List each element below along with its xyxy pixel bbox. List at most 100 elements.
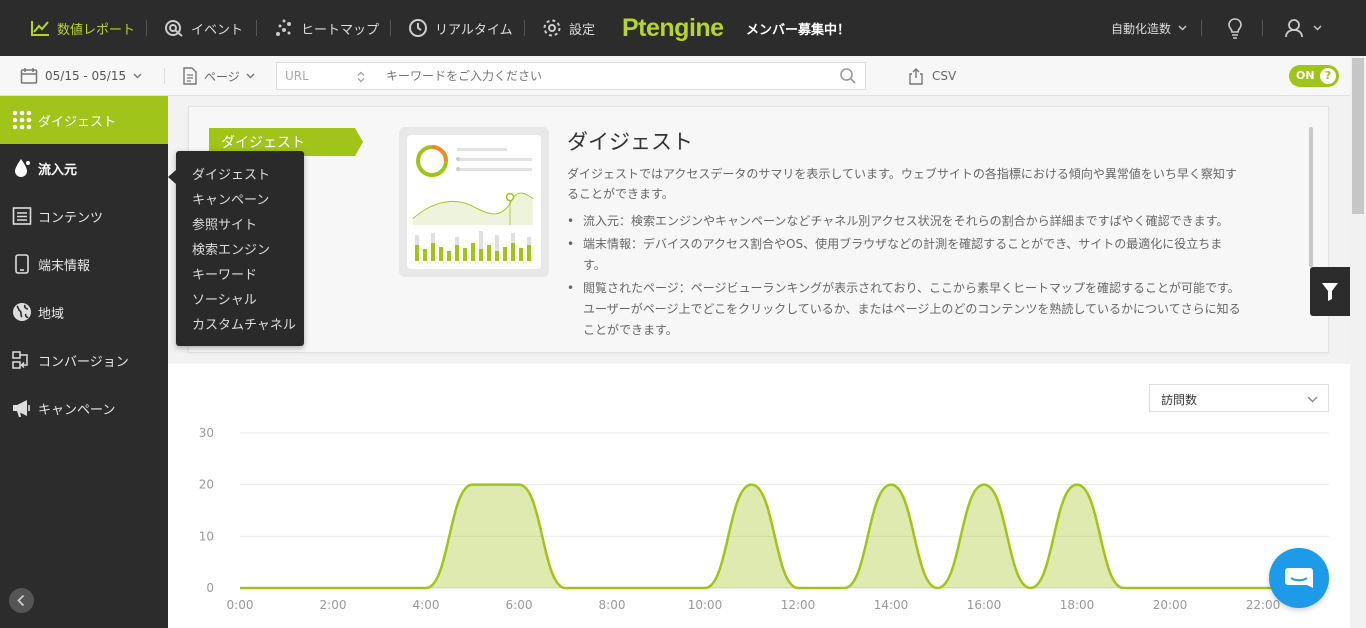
nav-realtime-label: リアルタイム (435, 22, 513, 38)
lightbulb-icon (1228, 18, 1242, 39)
nav-event[interactable]: イベント (164, 0, 243, 56)
intro-scrollbar[interactable] (1309, 127, 1313, 267)
user-menu[interactable] (1284, 0, 1322, 56)
tips-button[interactable] (1226, 0, 1244, 56)
bullet-line: 閲覧されたページ：ページビューランキングが表示されており、ここから素早くヒートマ… (583, 281, 1240, 295)
calendar-icon (20, 68, 38, 84)
sidebar-item-conversion[interactable]: コンバージョン (0, 336, 168, 384)
nav-separator (1262, 20, 1263, 36)
event-target-icon (165, 20, 183, 37)
submenu-item-referral[interactable]: 参照サイト (192, 214, 257, 233)
csv-export-button[interactable]: CSV (908, 56, 956, 96)
submenu-item-custom-channel[interactable]: カスタムチャネル (192, 314, 296, 333)
help-icon[interactable]: ? (1320, 68, 1336, 84)
grid-icon (12, 110, 32, 130)
dashboard-illustration (407, 135, 541, 269)
main-content: ダイジェスト ダイジェスト ダイジェストではアクセスデータのサマリを表示していま… (168, 96, 1350, 628)
sidebar-item-label: コンテンツ (38, 210, 104, 226)
ptengine-logo[interactable]: Ptengine (622, 0, 724, 56)
automation-label: 自動化造数 (1111, 21, 1172, 36)
chat-icon (1285, 568, 1313, 588)
chevron-down-icon (1313, 25, 1322, 31)
nav-separator (390, 20, 391, 36)
sidebar-item-device[interactable]: 端末情報 (0, 240, 168, 288)
sidebar-item-region[interactable]: 地域 (0, 288, 168, 336)
bullet-dot: • (567, 281, 575, 295)
chat-widget-button[interactable] (1269, 548, 1329, 608)
user-icon (1285, 19, 1303, 38)
sidebar-item-content[interactable]: コンテンツ (0, 192, 168, 240)
chevron-down-icon (246, 73, 255, 79)
x-tick-label: 8:00 (599, 598, 626, 612)
x-tick-label: 14:00 (874, 598, 909, 612)
filter-funnel-icon (1322, 283, 1338, 301)
x-tick-label: 18:00 (1060, 598, 1095, 612)
collapse-sidebar-button[interactable] (9, 588, 34, 613)
megaphone-icon (13, 400, 30, 417)
y-tick-label: 30 (199, 426, 214, 440)
sidebar-item-digest[interactable]: ダイジェスト (0, 96, 168, 144)
x-tick-label: 10:00 (688, 598, 723, 612)
x-tick-label: 12:00 (781, 598, 816, 612)
page-scrollbar[interactable] (1350, 56, 1366, 628)
bullet-line: 流入元：検索エンジンやキャンペーンなどチャネル別アクセス状況をそれらの割合から詳… (583, 214, 1229, 228)
conversion-icon (12, 351, 28, 369)
y-tick-label: 20 (199, 478, 214, 492)
submenu-item-keyword[interactable]: キーワード (192, 264, 257, 283)
nav-report[interactable]: 数値レポート (30, 0, 135, 56)
sidebar-item-label: 地域 (38, 306, 65, 322)
submenu-item-social[interactable]: ソーシャル (192, 289, 257, 308)
sidebar-item-label: ダイジェスト (38, 114, 117, 130)
page-type-label: ページ (204, 69, 240, 84)
on-toggle[interactable]: ON ? (1289, 65, 1339, 87)
search-icon[interactable] (839, 67, 857, 85)
date-range-value: 05/15 - 05/15 (45, 69, 127, 83)
sidebar-item-campaign[interactable]: キャンペーン (0, 384, 168, 432)
drop-icon (15, 159, 30, 177)
submenu-item-campaign[interactable]: キャンペーン (192, 189, 269, 208)
submenu-item-search-engine[interactable]: 検索エンジン (192, 239, 270, 258)
visits-series-line (240, 483, 1310, 590)
x-tick-label: 0:00 (227, 598, 254, 612)
clock-icon (409, 19, 427, 37)
recruit-link[interactable]: メンバー募集中！ (746, 0, 850, 56)
content-icon (12, 207, 32, 225)
x-tick-label: 2:00 (320, 598, 347, 612)
sidebar-item-label: コンバージョン (38, 354, 129, 370)
url-select[interactable]: URL (276, 62, 376, 90)
nav-settings-label: 設定 (569, 22, 596, 38)
line-chart-icon (31, 21, 49, 36)
automation-dropdown[interactable]: 自動化造数 (1111, 0, 1187, 56)
export-icon (909, 68, 923, 85)
filter-toolbar: 05/15 - 05/15 ページ URL CSV ON ? (0, 56, 1366, 96)
intro-tag-label: ダイジェスト (221, 135, 305, 151)
submenu-item-digest[interactable]: ダイジェスト (192, 164, 270, 183)
intro-panel: ダイジェスト ダイジェスト ダイジェストではアクセスデータのサマリを表示していま… (188, 106, 1329, 353)
csv-label: CSV (932, 69, 957, 83)
chevron-down-icon (133, 73, 142, 79)
sidebar-item-label: キャンペーン (38, 402, 116, 418)
globe-icon (13, 303, 31, 321)
page-scrollbar-thumb[interactable] (1352, 58, 1364, 214)
keyword-search-input[interactable] (375, 62, 866, 90)
page-type-select[interactable]: ページ (182, 56, 255, 96)
nav-report-label: 数値レポート (57, 22, 136, 38)
sidebar-item-traffic-source[interactable]: 流入元 (0, 144, 168, 192)
toolbar-divider (164, 68, 165, 84)
nav-heatmap[interactable]: ヒートマップ (274, 0, 379, 56)
intro-desc-line: ダイジェストではアクセスデータのサマリを表示しています。ウェブサイトの各指標にお… (567, 167, 1237, 181)
nav-realtime[interactable]: リアルタイム (408, 0, 513, 56)
nav-settings[interactable]: 設定 (542, 0, 595, 56)
bullet-dot: • (567, 214, 575, 228)
url-select-label: URL (285, 69, 309, 83)
metric-select[interactable]: 訪問数 (1149, 384, 1329, 412)
intro-description: ダイジェストではアクセスデータのサマリを表示しています。ウェブサイトの各指標にお… (567, 164, 1237, 204)
bullet-line: 端末情報：デバイスのアクセス割合やOS、使用ブラウザなどの計測を確認することがで… (583, 237, 1223, 251)
sidebar-item-label: 端末情報 (38, 258, 91, 274)
intro-illustration (399, 127, 549, 277)
x-tick-label: 16:00 (967, 598, 1002, 612)
filter-panel-button[interactable] (1310, 267, 1350, 316)
date-range-picker[interactable]: 05/15 - 05/15 (20, 56, 142, 96)
nav-separator (524, 20, 525, 36)
intro-bullet-item: • 流入元：検索エンジンやキャンペーンなどチャネル別アクセス状況をそれらの割合か… (567, 211, 1241, 232)
